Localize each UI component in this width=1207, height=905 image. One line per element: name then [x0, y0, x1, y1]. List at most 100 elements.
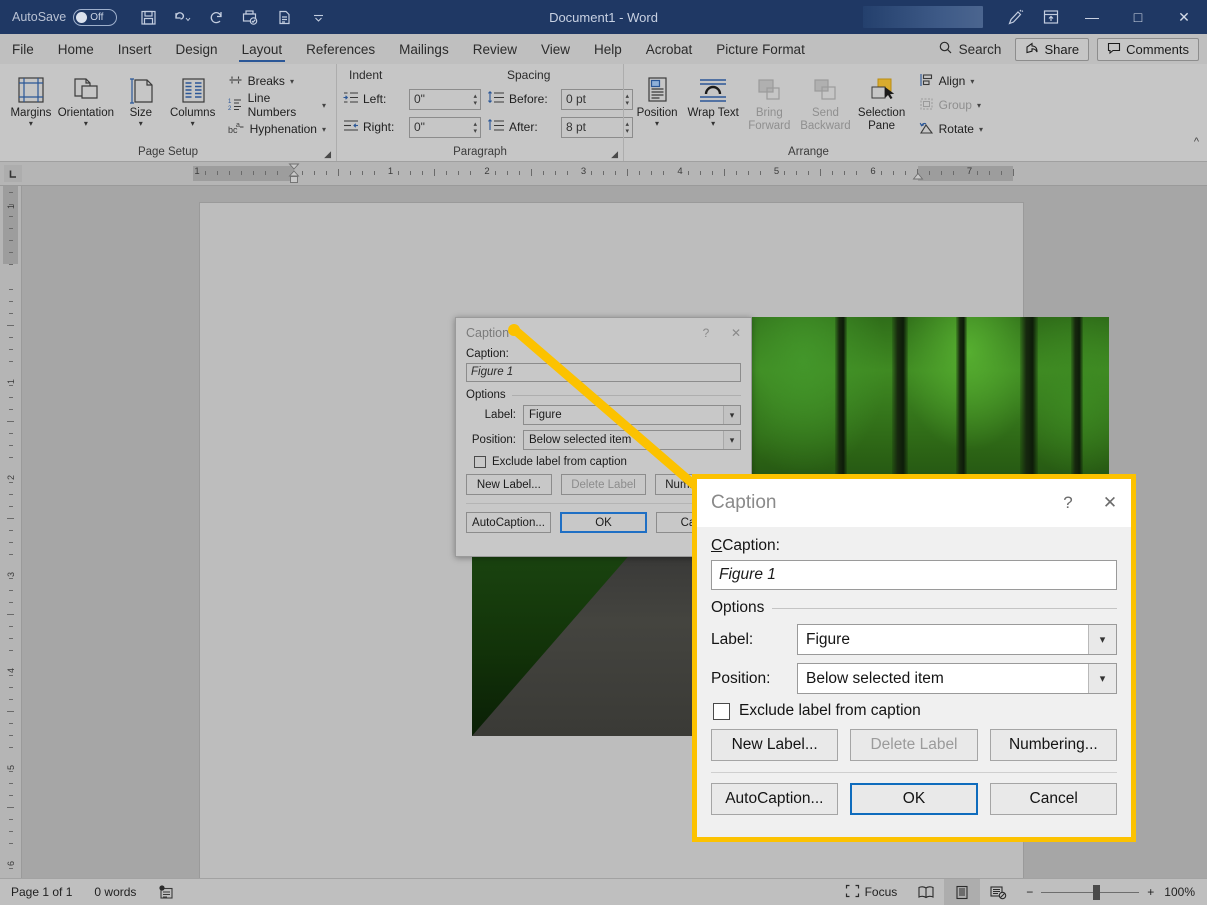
focus-mode-button[interactable]: Focus — [834, 879, 909, 905]
autosave-toggle[interactable]: Off — [73, 8, 118, 26]
vertical-ruler[interactable]: 1123456 — [0, 186, 22, 878]
label-dropdown[interactable]: Figure ▾ — [797, 624, 1117, 655]
caption-dialog-zoomed[interactable]: Caption ? ✕ CCaption: Figure 1 Options L… — [692, 474, 1136, 842]
orientation-button[interactable]: Orientation ▾ — [58, 67, 114, 128]
selection-pane-button[interactable]: Selection Pane — [855, 67, 909, 133]
position-dropdown[interactable]: Below selected item ▾ — [797, 663, 1117, 694]
chevron-down-icon[interactable]: ▾ — [711, 120, 715, 128]
zoom-out-button[interactable]: − — [1026, 885, 1033, 899]
rotate-button[interactable]: Rotate ▾ — [915, 117, 987, 141]
chevron-down-icon[interactable]: ▾ — [29, 120, 33, 128]
columns-button[interactable]: Columns ▾ — [168, 67, 218, 128]
collapse-ribbon-icon[interactable]: ^ — [1194, 136, 1199, 148]
breaks-button[interactable]: Breaks ▾ — [224, 69, 330, 93]
line-numbers-button[interactable]: 1 2 Line Numbers ▾ — [224, 91, 330, 119]
ribbon-display-options-icon[interactable] — [1033, 0, 1069, 34]
zoom-thumb[interactable] — [1093, 884, 1101, 900]
read-mode-icon[interactable] — [908, 879, 944, 905]
maximize-button[interactable]: □ — [1115, 0, 1161, 34]
comments-button[interactable]: Comments — [1097, 37, 1199, 61]
minimize-button[interactable]: — — [1069, 0, 1115, 34]
chevron-down-icon[interactable]: ▾ — [1088, 664, 1116, 693]
wrap-text-button[interactable]: Wrap Text ▾ — [686, 67, 740, 128]
label-dropdown[interactable]: Figure ▾ — [523, 405, 741, 425]
print-layout-icon[interactable] — [944, 878, 981, 905]
page-indicator[interactable]: Page 1 of 1 — [0, 879, 83, 905]
margins-button[interactable]: Margins ▾ — [6, 67, 56, 128]
chevron-down-icon[interactable]: ▾ — [84, 120, 88, 128]
chevron-down-icon[interactable]: ▾ — [979, 125, 983, 134]
tab-stop-selector[interactable] — [4, 165, 22, 182]
size-button[interactable]: Size ▾ — [116, 67, 166, 128]
quick-print-icon[interactable] — [269, 4, 299, 30]
tab-acrobat[interactable]: Acrobat — [634, 36, 705, 64]
align-button[interactable]: Align ▾ — [915, 69, 987, 93]
exclude-label-checkbox[interactable] — [474, 456, 486, 468]
caption-text-input[interactable]: Figure 1 — [466, 363, 741, 382]
new-label-button[interactable]: New Label... — [711, 729, 839, 761]
save-icon[interactable] — [133, 4, 163, 30]
zoom-in-button[interactable]: + — [1147, 885, 1154, 899]
exclude-label-checkbox-row[interactable]: Exclude label from caption — [474, 456, 741, 468]
tab-review[interactable]: Review — [461, 36, 529, 64]
chevron-down-icon[interactable]: ▾ — [322, 101, 326, 110]
redo-icon[interactable] — [201, 4, 231, 30]
zoom-slider[interactable]: − + — [1016, 884, 1164, 900]
indent-left-input[interactable]: 0" ▴ ▾ — [409, 88, 481, 111]
ink-pen-icon[interactable] — [997, 0, 1033, 34]
tab-help[interactable]: Help — [582, 36, 634, 64]
ok-button[interactable]: OK — [849, 783, 979, 815]
spacing-after-field[interactable]: After: 8 pt ▴ ▾ — [487, 115, 633, 139]
tab-insert[interactable]: Insert — [106, 36, 164, 64]
close-button[interactable]: ✕ — [1161, 0, 1207, 34]
tab-file[interactable]: File — [0, 36, 46, 64]
exclude-label-checkbox[interactable] — [713, 702, 730, 720]
autocaption-button[interactable]: AutoCaption... — [711, 783, 838, 815]
help-icon[interactable]: ? — [691, 319, 721, 347]
first-line-indent-marker[interactable] — [288, 163, 300, 183]
zoom-track[interactable] — [1041, 884, 1140, 900]
chevron-down-icon[interactable]: ▾ — [139, 120, 143, 128]
web-layout-icon[interactable] — [980, 879, 1016, 905]
position-button[interactable]: Position ▾ — [630, 67, 684, 128]
indent-left-field[interactable]: Left: 0" ▴ ▾ — [343, 87, 481, 111]
close-icon[interactable]: ✕ — [721, 319, 751, 347]
customize-qat-icon[interactable] — [303, 4, 333, 30]
proofing-errors-icon[interactable] — [147, 879, 186, 905]
spinner-arrows-icon[interactable]: ▴ ▾ — [473, 118, 477, 139]
chevron-down-icon[interactable]: ▾ — [723, 406, 740, 424]
position-dropdown[interactable]: Below selected item ▾ — [523, 430, 741, 450]
new-label-button[interactable]: New Label... — [466, 474, 552, 495]
titlebar-search-field[interactable] — [863, 6, 983, 28]
word-count[interactable]: 0 words — [83, 879, 147, 905]
tab-layout[interactable]: Layout — [230, 36, 295, 64]
chevron-down-icon[interactable]: ▾ — [290, 77, 294, 86]
tab-view[interactable]: View — [529, 36, 582, 64]
chevron-down-icon[interactable]: ▾ — [191, 120, 195, 128]
paragraph-dialog-launcher-icon[interactable]: ◢ — [611, 149, 618, 160]
indent-right-input[interactable]: 0" ▴ ▾ — [409, 116, 481, 139]
tab-home[interactable]: Home — [46, 36, 106, 64]
share-button[interactable]: Share — [1015, 37, 1090, 61]
cancel-button[interactable]: Cancel — [990, 783, 1118, 815]
autocaption-button[interactable]: AutoCaption... — [466, 512, 551, 533]
chevron-down-icon[interactable]: ▾ — [322, 125, 326, 134]
zoom-level[interactable]: 100% — [1164, 885, 1207, 899]
caption-text-input[interactable]: Figure 1 — [711, 560, 1117, 590]
close-icon[interactable]: ✕ — [1089, 480, 1131, 526]
autosave-control[interactable]: AutoSave Off — [12, 8, 118, 26]
chevron-down-icon[interactable]: ▾ — [970, 77, 974, 86]
page-setup-dialog-launcher-icon[interactable]: ◢ — [324, 149, 331, 160]
numbering-button[interactable]: Numbering... — [989, 729, 1117, 761]
horizontal-ruler[interactable]: 1 1 2 3 4 5 6 7 — [0, 162, 1207, 186]
ribbon-search[interactable]: Search — [938, 40, 1001, 58]
spinner-arrows-icon[interactable]: ▴ ▾ — [473, 90, 477, 111]
print-preview-icon[interactable] — [235, 4, 265, 30]
chevron-down-icon[interactable]: ▾ — [723, 431, 740, 449]
tab-references[interactable]: References — [294, 36, 387, 64]
ok-button[interactable]: OK — [560, 512, 647, 533]
exclude-label-checkbox-row[interactable]: Exclude label from caption — [713, 702, 1117, 720]
indent-right-field[interactable]: Right: 0" ▴ ▾ — [343, 115, 481, 139]
hyphenation-button[interactable]: bc a Hyphenation ▾ — [224, 117, 330, 141]
chevron-down-icon[interactable]: ▾ — [655, 120, 659, 128]
